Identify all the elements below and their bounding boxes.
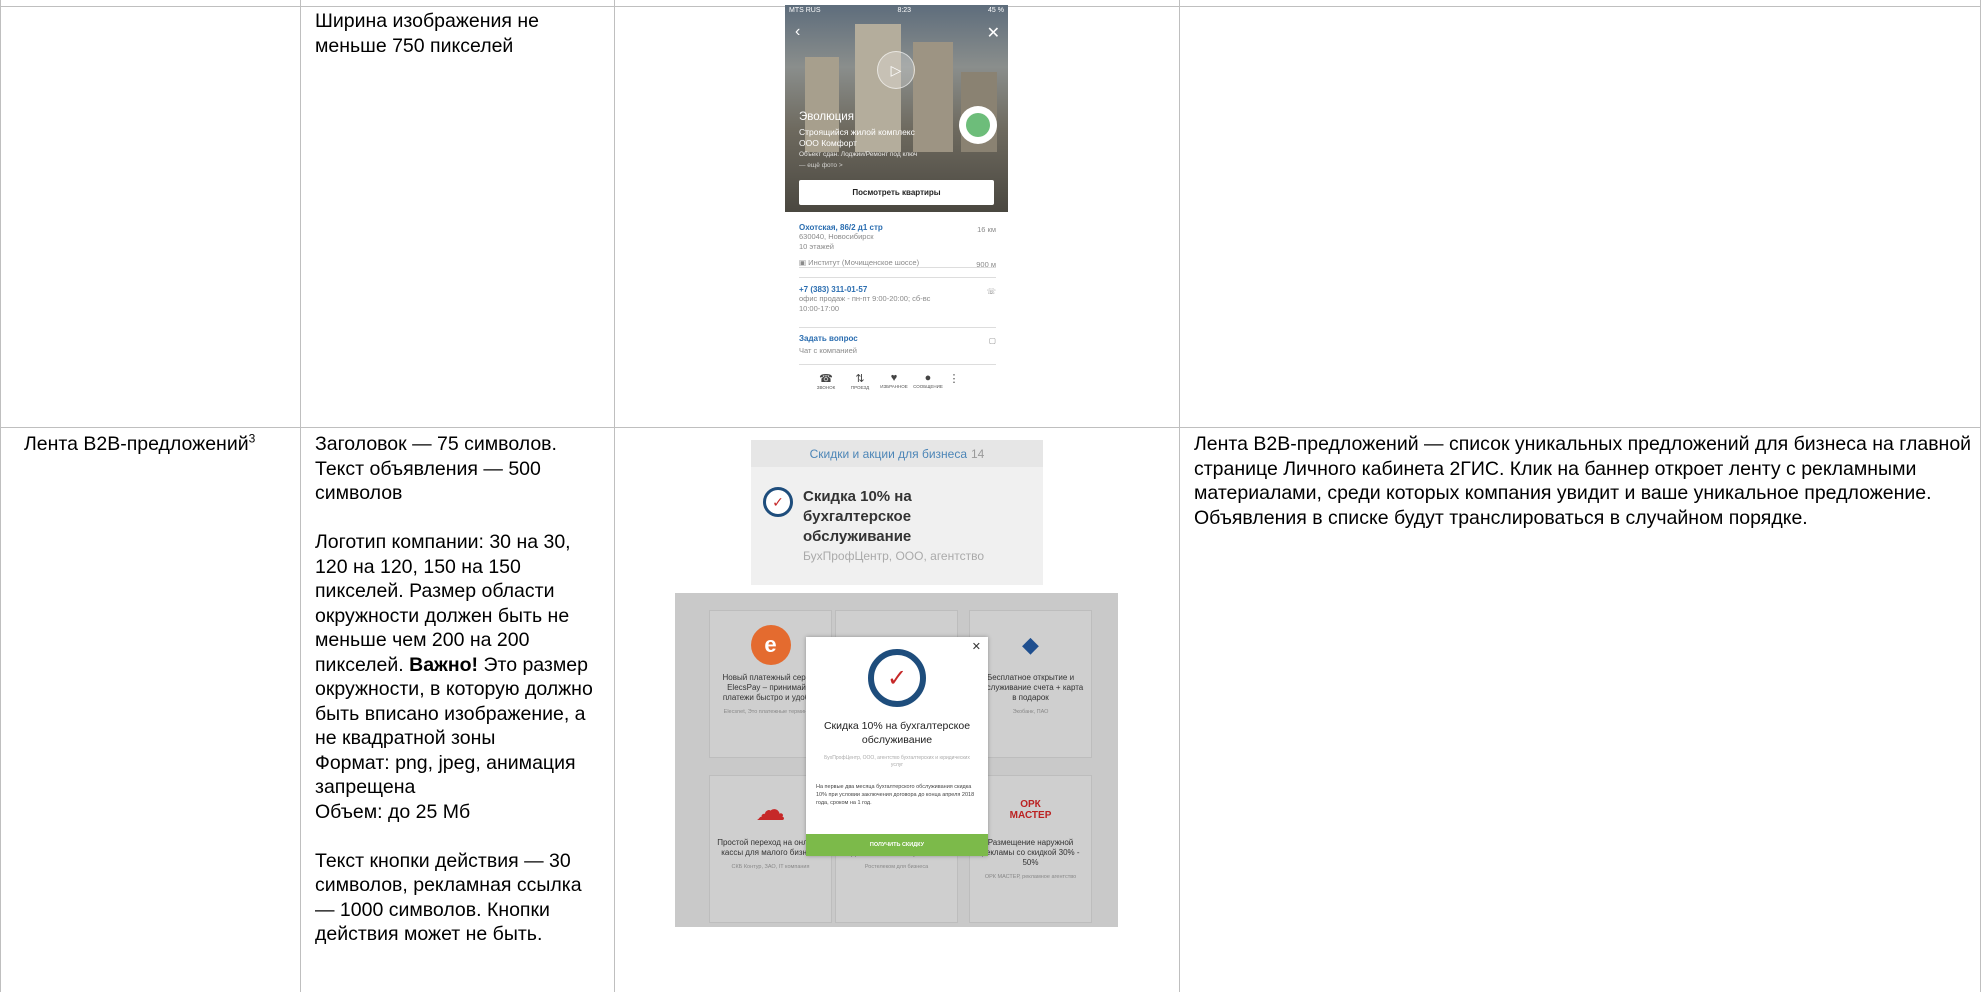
req-volume: Объем: до 25 Мб (315, 800, 471, 823)
table-border-left (0, 0, 1, 992)
ask-row[interactable]: Задать вопрос ▢ Чат с компанией (799, 334, 996, 365)
phone-call-icon[interactable]: ☏ (987, 287, 996, 296)
row2-name: Лента B2B-предложений3 (24, 432, 294, 457)
offer-subtitle: Экобанк, ПАО (1012, 709, 1049, 715)
address-distance: 16 км (977, 225, 996, 234)
status-battery: 45 % (988, 7, 1004, 14)
b2b-header-label: Скидки и акции для бизнеса (809, 446, 967, 461)
route-icon: ⇅ (855, 373, 865, 385)
row2-name-cell: Лента B2B-предложений3 (24, 432, 294, 457)
table-column-divider (614, 0, 615, 992)
message-icon: ● (924, 372, 932, 384)
address-floors: 10 этажей (799, 242, 834, 251)
tab-label: ЗВОНОК (816, 385, 836, 390)
metro-text: Институт (Мочищенское шоссе) (808, 258, 920, 267)
cloud-logo-icon: ☁ (755, 793, 786, 827)
get-discount-button[interactable]: ПОЛУЧИТЬ СКИДКУ (806, 834, 988, 856)
building-shape (913, 42, 953, 152)
phone-subtitle: ООО Комфорт (799, 138, 857, 148)
metro-distance: 900 м (976, 260, 996, 269)
phone-icon: ☎ (819, 373, 833, 385)
metro-row: ▣ Институт (Мочищенское шоссе) 900 м (799, 258, 996, 278)
footnote-ref: 3 (248, 431, 256, 446)
row1-requirements-cell: Ширина изображения не меньше 750 пикселе… (315, 9, 605, 58)
req-logo: Логотип компании: 30 на 30, 120 на 120, … (315, 530, 605, 751)
chevron-left-icon[interactable]: ‹ (795, 23, 800, 41)
tab-favorite[interactable]: ♥ ИЗБРАННОЕ (880, 372, 908, 390)
b2b-card-header: Скидки и акции для бизнеса 14 (751, 440, 1043, 467)
phone-status-bar: MTS RUS 8:23 45 % (789, 7, 1004, 14)
phone-row[interactable]: +7 (383) 311-01-57 ☏ офис продаж - пн-пт… (799, 285, 996, 328)
metro-name: ▣ Институт (Мочищенское шоссе) (799, 258, 996, 268)
b2b-card-subtitle: БухПрофЦентр, ООО, агентство (803, 549, 985, 563)
b2b-card-title: Скидка 10% на бухгалтерское обслуживание (803, 488, 912, 545)
tab-label: СООБЩЕНИЕ (913, 384, 943, 389)
table-column-divider (300, 0, 301, 992)
modal-company: БухПрофЦентр, ООО, агентство бухгалтерск… (824, 755, 970, 768)
modal-body: На первые два месяца бухгалтерского обсл… (816, 784, 975, 806)
table-column-divider (1179, 0, 1180, 992)
chat-bubble-icon[interactable]: ▢ (989, 336, 996, 345)
document-table: Ширина изображения не меньше 750 пикселе… (0, 0, 1981, 992)
modal-title: Скидка 10% на бухгалтерское обслуживание (823, 720, 971, 746)
status-carrier: MTS RUS (789, 7, 821, 14)
offer-modal: ✕ ✓ Скидка 10% на бухгалтерское обслужив… (806, 637, 988, 856)
address-link[interactable]: Охотская, 86/2 д1 стр (799, 223, 996, 232)
close-icon[interactable]: ✕ (972, 640, 981, 653)
b2b-offer-card[interactable]: Скидки и акции для бизнеса 14 ✓ Скидка 1… (751, 440, 1043, 585)
close-icon[interactable]: ✕ (987, 23, 1000, 43)
tab-route[interactable]: ⇅ ПРОЕЗД (849, 372, 871, 390)
phone-subtitle: Объект сдан. Лоджии/Ремонт под ключ (799, 151, 918, 158)
office-hours: офис продаж - пн-пт 9:00-20:00; сб-вс (799, 294, 931, 303)
offer-subtitle: ОРК МАСТЕР, рекламное агентство (984, 874, 1077, 880)
row2-requirements-cell: Заголовок — 75 символов. Текст объявлени… (315, 432, 605, 947)
tab-label: ПРОЕЗД (850, 385, 870, 390)
play-icon[interactable]: ▷ (877, 51, 915, 89)
view-apartments-button[interactable]: Посмотреть квартиры (799, 180, 994, 205)
offer-title: Размещение наружной рекламы со скидкой 3… (981, 838, 1080, 867)
product-name: Лента B2B-предложений (24, 433, 249, 455)
accounting-logo-icon: ✓ (763, 487, 793, 517)
b2b-count-badge: 14 (971, 446, 985, 461)
address-city: 630040, Новосибирск (799, 232, 874, 241)
ask-question-link[interactable]: Задать вопрос (799, 334, 996, 343)
req-button: Текст кнопки действия — 30 символов, рек… (315, 849, 582, 946)
phone-screenshot: MTS RUS 8:23 45 % ‹ ✕ ▷ Эволюция Строящи… (785, 5, 1008, 398)
expobank-logo-icon: ◆ (1022, 632, 1039, 657)
offer-subtitle: Ростелеком для бизнеса (864, 864, 929, 870)
accounting-logo-icon: ✓ (868, 649, 926, 707)
row2-description: Лента B2B-предложений — список уникальны… (1194, 433, 1972, 529)
table-row-divider (0, 427, 1981, 428)
heart-icon: ♥ (890, 372, 898, 384)
elecspay-logo-icon: e (750, 625, 791, 665)
chat-label: Чат с компанией (799, 346, 857, 355)
row2-description-cell: Лента B2B-предложений — список уникальны… (1194, 432, 1974, 530)
tab-call[interactable]: ☎ ЗВОНОК (815, 372, 837, 390)
more-icon[interactable]: ⋮ (949, 372, 960, 390)
company-logo-icon (959, 106, 997, 144)
req-text-limits: Заголовок — 75 символов. Текст объявлени… (315, 433, 557, 504)
req-important: Важно! (409, 653, 479, 676)
phone-number-link[interactable]: +7 (383) 311-01-57 (799, 285, 996, 294)
row1-requirements-text: Ширина изображения не меньше 750 пикселе… (315, 10, 539, 57)
phone-title: Эволюция (799, 111, 854, 123)
phone-more-link[interactable]: — ещё фото > (799, 162, 843, 169)
offers-grid-screenshot: e Новый платежный сервис ElecsPay – прин… (675, 593, 1118, 927)
phone-tab-bar: ☎ ЗВОНОК ⇅ ПРОЕЗД ♥ ИЗБРАННОЕ ● СООБЩЕНИЕ ⋮ (815, 372, 960, 390)
req-format: Формат: png, jpeg, анимация запрещена (315, 751, 576, 799)
tab-label: ИЗБРАННОЕ (880, 384, 908, 389)
phone-subtitle: Строящийся жилой комплекс (799, 127, 915, 137)
offer-title: Бесплатное открытие и обслуживание счета… (977, 673, 1084, 702)
ork-master-logo: ОРК МАСТЕР (1009, 799, 1052, 821)
offer-subtitle: СКБ Контур, ЗАО, IT компания (731, 864, 810, 870)
status-time: 8:23 (897, 7, 912, 14)
tab-message[interactable]: ● СООБЩЕНИЕ (913, 372, 943, 390)
metro-icon: ▣ (799, 258, 809, 267)
office-hours: 10:00-17:00 (799, 304, 840, 313)
